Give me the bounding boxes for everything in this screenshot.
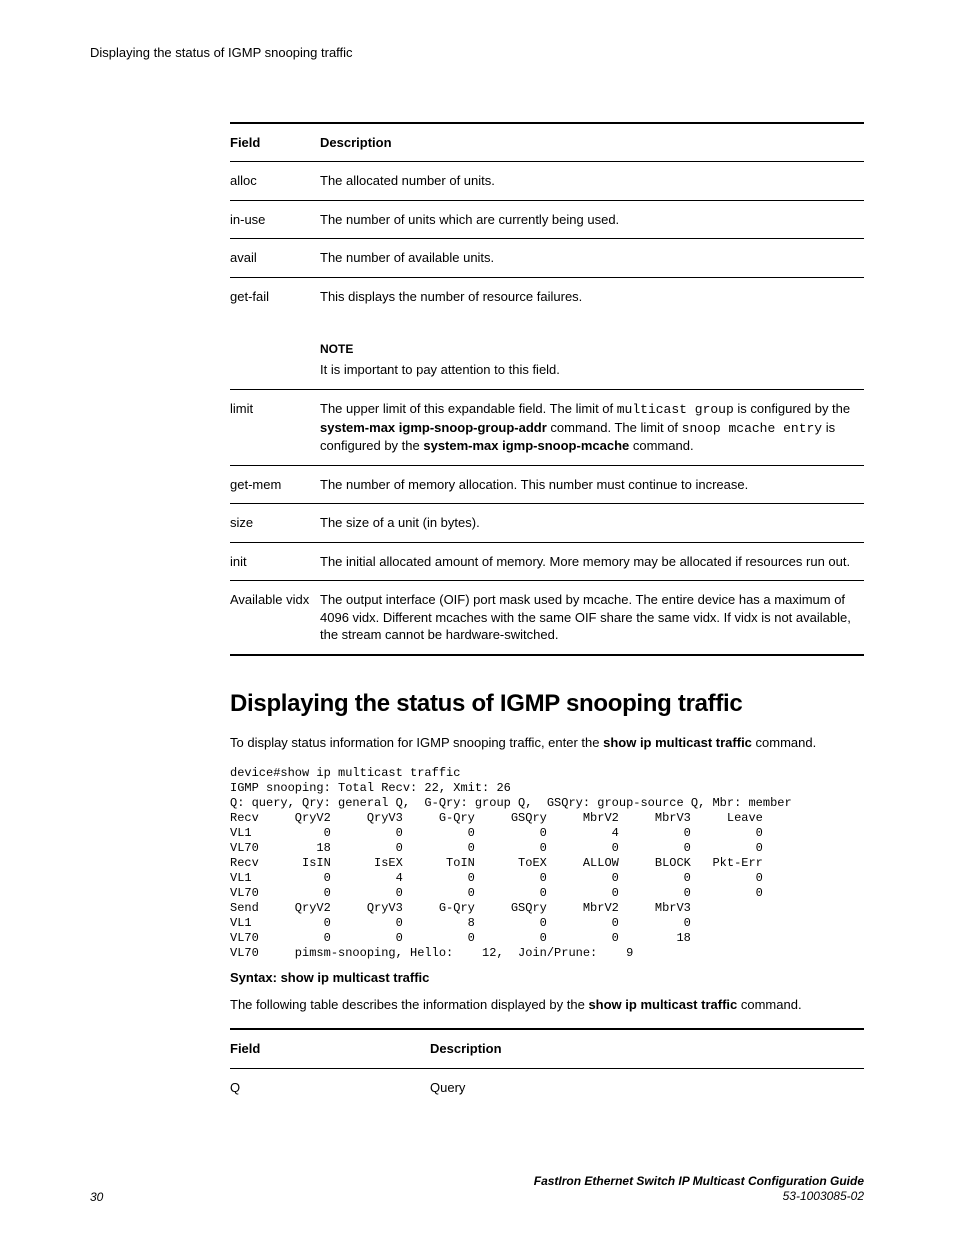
code-span: multicast group	[617, 402, 734, 417]
field-cell: Q	[230, 1068, 430, 1106]
page-footer: 30 FastIron Ethernet Switch IP Multicast…	[90, 1174, 864, 1205]
field-cell: get-mem	[230, 465, 320, 504]
table1-header-desc: Description	[320, 123, 864, 162]
text-span: command.	[629, 438, 693, 453]
text-span: The following table describes the inform…	[230, 997, 588, 1012]
table-row: get-fail This displays the number of res…	[230, 277, 864, 315]
following-paragraph: The following table describes the inform…	[230, 996, 864, 1014]
field-description-table-1: Field Description alloc The allocated nu…	[230, 122, 864, 656]
intro-paragraph: To display status information for IGMP s…	[230, 734, 864, 752]
table2-header-desc: Description	[430, 1029, 864, 1068]
cli-output: device#show ip multicast traffic IGMP sn…	[230, 766, 864, 961]
desc-cell: The size of a unit (in bytes).	[320, 504, 864, 543]
bold-span: system-max igmp-snoop-mcache	[423, 438, 629, 453]
desc-cell: The allocated number of units.	[320, 162, 864, 201]
table-row: in-use The number of units which are cur…	[230, 200, 864, 239]
desc-cell: This displays the number of resource fai…	[320, 277, 864, 315]
note-label: NOTE	[320, 341, 858, 357]
doc-title-block: FastIron Ethernet Switch IP Multicast Co…	[534, 1174, 864, 1205]
bold-span: show ip multicast traffic	[588, 997, 737, 1012]
table-row: alloc The allocated number of units.	[230, 162, 864, 201]
table-row: Q Query	[230, 1068, 864, 1106]
table-row: get-mem The number of memory allocation.…	[230, 465, 864, 504]
text-span: is configured by the	[734, 401, 850, 416]
text-span: command.	[737, 997, 801, 1012]
field-cell: in-use	[230, 200, 320, 239]
desc-cell: The output interface (OIF) port mask use…	[320, 581, 864, 655]
field-cell: size	[230, 504, 320, 543]
text-span: command. The limit of	[547, 420, 682, 435]
desc-cell: The number of memory allocation. This nu…	[320, 465, 864, 504]
table2-header-field: Field	[230, 1029, 430, 1068]
running-header: Displaying the status of IGMP snooping t…	[90, 44, 864, 62]
desc-cell: The upper limit of this expandable field…	[320, 390, 864, 466]
field-cell: limit	[230, 390, 320, 466]
table-row: avail The number of available units.	[230, 239, 864, 278]
code-span: snoop mcache entry	[682, 421, 822, 436]
field-cell: get-fail	[230, 277, 320, 315]
doc-title: FastIron Ethernet Switch IP Multicast Co…	[534, 1174, 864, 1190]
table-row: size The size of a unit (in bytes).	[230, 504, 864, 543]
doc-number: 53-1003085-02	[534, 1189, 864, 1205]
field-cell: init	[230, 542, 320, 581]
desc-cell: The number of units which are currently …	[320, 200, 864, 239]
field-cell: Available vidx	[230, 581, 320, 655]
field-description-table-2: Field Description Q Query	[230, 1028, 864, 1106]
desc-cell: Query	[430, 1068, 864, 1106]
desc-cell: The number of available units.	[320, 239, 864, 278]
table-row: init The initial allocated amount of mem…	[230, 542, 864, 581]
text-span: To display status information for IGMP s…	[230, 735, 603, 750]
main-content: Field Description alloc The allocated nu…	[230, 122, 864, 1107]
bold-span: show ip multicast traffic	[603, 735, 752, 750]
table-row-note: NOTE It is important to pay attention to…	[230, 315, 864, 389]
text-span: The upper limit of this expandable field…	[320, 401, 617, 416]
bold-span: system-max igmp-snoop-group-addr	[320, 420, 547, 435]
syntax-line: Syntax: show ip multicast traffic	[230, 969, 864, 987]
section-heading: Displaying the status of IGMP snooping t…	[230, 688, 864, 720]
field-cell: avail	[230, 239, 320, 278]
table-row: limit The upper limit of this expandable…	[230, 390, 864, 466]
page-number: 30	[90, 1189, 103, 1205]
note-text: It is important to pay attention to this…	[320, 362, 560, 377]
desc-cell: The initial allocated amount of memory. …	[320, 542, 864, 581]
text-span: command.	[752, 735, 816, 750]
field-cell: alloc	[230, 162, 320, 201]
table-row: Available vidx The output interface (OIF…	[230, 581, 864, 655]
table1-header-field: Field	[230, 123, 320, 162]
page: Displaying the status of IGMP snooping t…	[0, 0, 954, 1235]
